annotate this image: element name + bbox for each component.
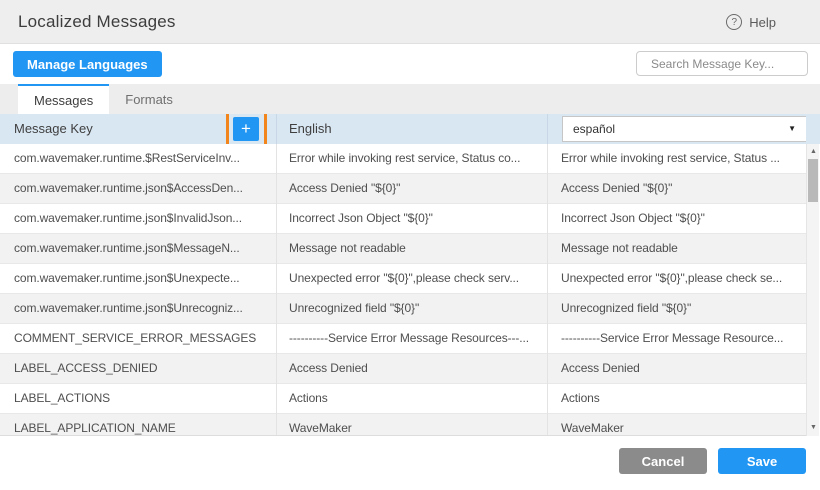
message-key-cell[interactable]: com.wavemaker.runtime.json$Unexpecte... bbox=[0, 264, 277, 294]
translation-cell[interactable]: Access Denied bbox=[548, 354, 806, 384]
english-cell[interactable]: Unrecognized field "${0}" bbox=[277, 294, 548, 324]
table-row: com.wavemaker.runtime.json$Unrecogniz...… bbox=[0, 294, 806, 324]
english-cell[interactable]: Unexpected error "${0}",please check ser… bbox=[277, 264, 548, 294]
english-cell[interactable]: Access Denied bbox=[277, 354, 548, 384]
english-cell[interactable]: Incorrect Json Object "${0}" bbox=[277, 204, 548, 234]
english-cell[interactable]: Access Denied "${0}" bbox=[277, 174, 548, 204]
message-key-cell[interactable]: com.wavemaker.runtime.$RestServiceInv... bbox=[0, 144, 277, 174]
english-cell[interactable]: ----------Service Error Message Resource… bbox=[277, 324, 548, 354]
translation-cell[interactable]: Message not readable bbox=[548, 234, 806, 264]
page-title: Localized Messages bbox=[18, 0, 176, 44]
english-cell[interactable]: Message not readable bbox=[277, 234, 548, 264]
add-message-button[interactable]: + bbox=[233, 117, 259, 141]
table-row: com.wavemaker.runtime.json$MessageN... M… bbox=[0, 234, 806, 264]
help-icon: ? bbox=[726, 14, 742, 30]
english-cell[interactable]: WaveMaker bbox=[277, 414, 548, 436]
translation-cell[interactable]: Error while invoking rest service, Statu… bbox=[548, 144, 806, 174]
vertical-scrollbar[interactable]: ▲ ▼ bbox=[806, 144, 819, 436]
table-row: LABEL_APPLICATION_NAME WaveMaker WaveMak… bbox=[0, 414, 806, 436]
help-link[interactable]: ? Help bbox=[726, 0, 776, 44]
language-selected-value: español bbox=[573, 114, 615, 144]
english-cell[interactable]: Actions bbox=[277, 384, 548, 414]
tab-messages[interactable]: Messages bbox=[18, 84, 109, 114]
translation-cell[interactable]: Unrecognized field "${0}" bbox=[548, 294, 806, 324]
message-key-cell[interactable]: LABEL_APPLICATION_NAME bbox=[0, 414, 277, 436]
translation-cell[interactable]: Access Denied "${0}" bbox=[548, 174, 806, 204]
plus-icon: + bbox=[241, 119, 251, 138]
manage-languages-button[interactable]: Manage Languages bbox=[13, 51, 162, 77]
translation-cell[interactable]: WaveMaker bbox=[548, 414, 806, 436]
message-key-header-label: Message Key bbox=[14, 121, 93, 136]
help-label: Help bbox=[749, 15, 776, 30]
table-row: com.wavemaker.runtime.json$AccessDen... … bbox=[0, 174, 806, 204]
table-row: com.wavemaker.runtime.json$InvalidJson..… bbox=[0, 204, 806, 234]
toolbar: Manage Languages bbox=[0, 45, 820, 84]
table-row: com.wavemaker.runtime.$RestServiceInv...… bbox=[0, 144, 806, 174]
column-header-language: español ▼ bbox=[548, 114, 806, 144]
scroll-up-button[interactable]: ▲ bbox=[807, 146, 820, 158]
translation-cell[interactable]: Actions bbox=[548, 384, 806, 414]
tab-messages-label: Messages bbox=[34, 93, 93, 108]
localized-messages-dialog: Localized Messages ? Help Manage Languag… bbox=[0, 0, 820, 490]
scroll-down-button[interactable]: ▼ bbox=[807, 422, 820, 434]
language-select[interactable]: español ▼ bbox=[562, 116, 806, 142]
save-button[interactable]: Save bbox=[718, 448, 806, 474]
column-header-english: English bbox=[277, 114, 548, 144]
table-header: Message Key + English español ▼ bbox=[0, 114, 820, 144]
message-key-cell[interactable]: com.wavemaker.runtime.json$AccessDen... bbox=[0, 174, 277, 204]
message-key-cell[interactable]: LABEL_ACTIONS bbox=[0, 384, 277, 414]
search-box bbox=[636, 51, 808, 76]
scroll-thumb[interactable] bbox=[808, 159, 818, 202]
column-header-message-key: Message Key + bbox=[0, 114, 277, 144]
table-row: LABEL_ACTIONS Actions Actions bbox=[0, 384, 806, 414]
cancel-button[interactable]: Cancel bbox=[619, 448, 707, 474]
english-cell[interactable]: Error while invoking rest service, Statu… bbox=[277, 144, 548, 174]
english-header-label: English bbox=[289, 121, 332, 136]
message-key-cell[interactable]: com.wavemaker.runtime.json$Unrecogniz... bbox=[0, 294, 277, 324]
messages-table-body: com.wavemaker.runtime.$RestServiceInv...… bbox=[0, 144, 806, 436]
message-key-cell[interactable]: LABEL_ACCESS_DENIED bbox=[0, 354, 277, 384]
translation-cell[interactable]: ----------Service Error Message Resource… bbox=[548, 324, 806, 354]
message-key-cell[interactable]: com.wavemaker.runtime.json$MessageN... bbox=[0, 234, 277, 264]
table-row: com.wavemaker.runtime.json$Unexpecte... … bbox=[0, 264, 806, 294]
table-row: LABEL_ACCESS_DENIED Access Denied Access… bbox=[0, 354, 806, 384]
tab-formats[interactable]: Formats bbox=[109, 84, 189, 114]
tab-formats-label: Formats bbox=[125, 92, 173, 107]
translation-cell[interactable]: Unexpected error "${0}",please check se.… bbox=[548, 264, 806, 294]
footer: Cancel Save bbox=[0, 436, 820, 490]
translation-cell[interactable]: Incorrect Json Object "${0}" bbox=[548, 204, 806, 234]
chevron-down-icon: ▼ bbox=[788, 114, 796, 144]
message-key-cell[interactable]: COMMENT_SERVICE_ERROR_MESSAGES bbox=[0, 324, 277, 354]
tab-bar: Messages Formats bbox=[0, 84, 820, 114]
title-bar: Localized Messages ? Help bbox=[0, 0, 820, 44]
message-key-cell[interactable]: com.wavemaker.runtime.json$InvalidJson..… bbox=[0, 204, 277, 234]
search-input[interactable] bbox=[651, 57, 806, 71]
table-row: COMMENT_SERVICE_ERROR_MESSAGES ---------… bbox=[0, 324, 806, 354]
